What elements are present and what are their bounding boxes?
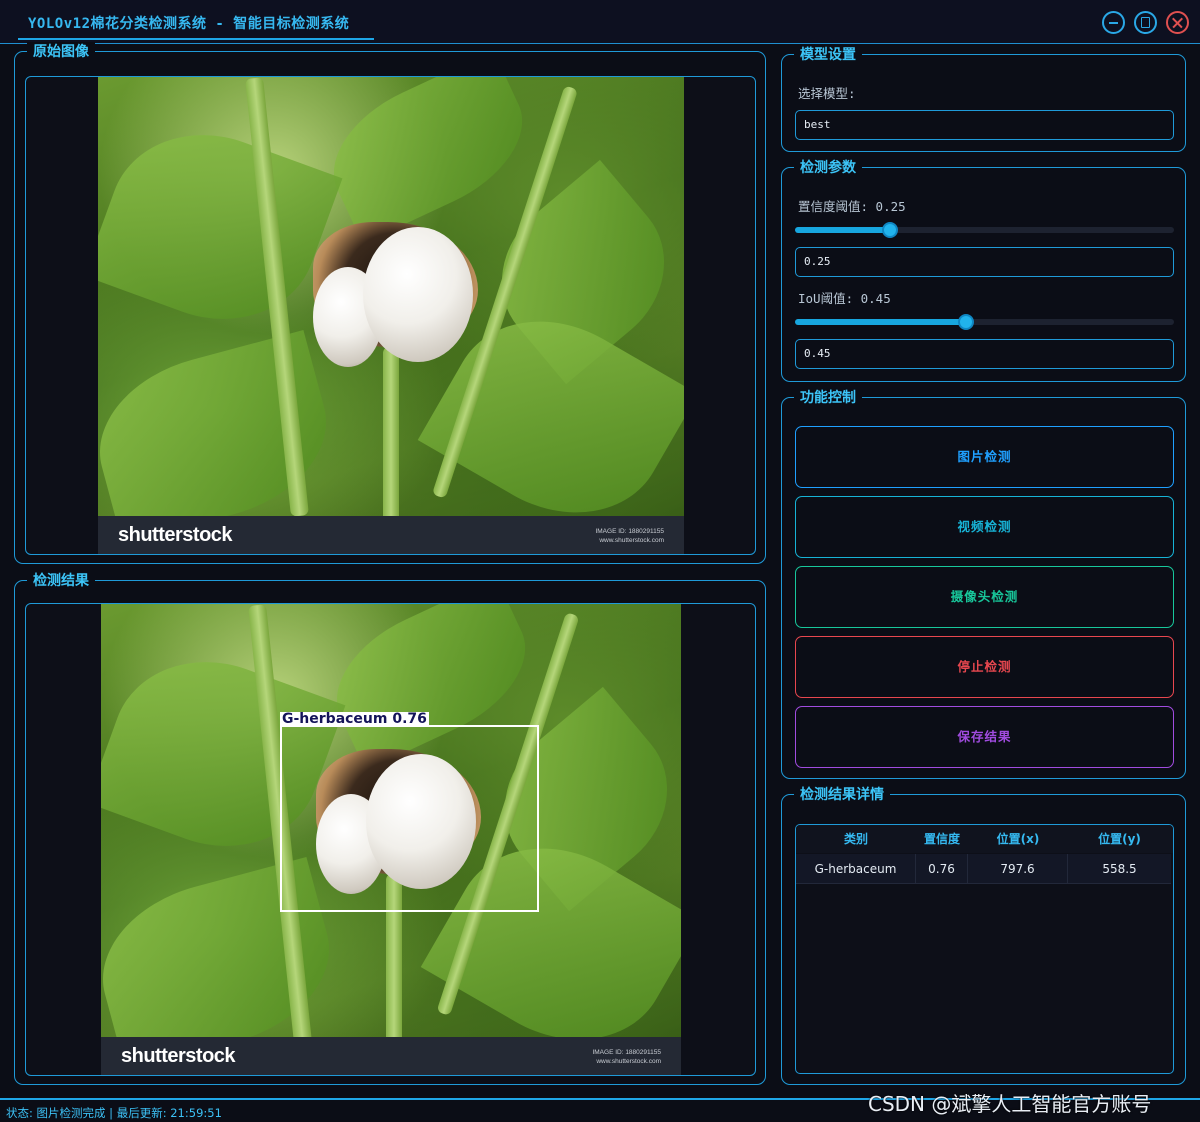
detection-params-title: 检测参数 (794, 158, 862, 178)
model-settings-title: 模型设置 (794, 45, 862, 65)
iou-threshold-label: IoU阈值: 0.45 (798, 291, 891, 306)
column-class[interactable]: 类别 (796, 825, 916, 853)
close-icon[interactable] (1166, 11, 1189, 34)
title-bar: YOLOv12棉花分类检测系统 - 智能目标检测系统 (0, 0, 1200, 44)
stop-detect-button[interactable]: 停止检测 (795, 636, 1174, 698)
column-x[interactable]: 位置(x) (968, 825, 1068, 853)
cell-class: G-herbaceum (796, 854, 916, 884)
original-photo: shutterstock IMAGE ID: 1880291155 www.sh… (98, 77, 684, 554)
detection-result-title: 检测结果 (27, 571, 95, 591)
confidence-input[interactable]: 0.25 (795, 247, 1174, 277)
original-watermark-bar: shutterstock IMAGE ID: 1880291155 www.sh… (98, 516, 684, 554)
title-underline (18, 38, 374, 40)
maximize-icon[interactable] (1134, 11, 1157, 34)
model-select[interactable]: best (795, 110, 1174, 140)
column-y[interactable]: 位置(y) (1068, 825, 1171, 853)
video-detect-button[interactable]: 视频检测 (795, 496, 1174, 558)
results-table[interactable]: 类别 置信度 位置(x) 位置(y) G-herbaceum 0.76 797.… (795, 824, 1174, 1074)
column-confidence[interactable]: 置信度 (916, 825, 968, 853)
iou-slider[interactable] (795, 314, 1174, 330)
iou-slider-fill (795, 319, 966, 325)
result-watermark-logo: shutterstock (121, 1045, 236, 1067)
cell-confidence: 0.76 (916, 854, 968, 884)
original-watermark-logo: shutterstock (118, 524, 233, 546)
save-result-button[interactable]: 保存结果 (795, 706, 1174, 768)
result-image-frame: G-herbaceum 0.76 shutterstock IMAGE ID: … (25, 603, 756, 1076)
result-photo: G-herbaceum 0.76 shutterstock IMAGE ID: … (101, 604, 681, 1075)
original-image-frame: shutterstock IMAGE ID: 1880291155 www.sh… (25, 76, 756, 555)
status-text: 状态: 图片检测完成 | 最后更新: 21:59:51 (6, 1106, 222, 1120)
model-select-label: 选择模型: (798, 86, 856, 101)
detection-params-panel: 检测参数 置信度阈值: 0.25 0.25 IoU阈值: 0.45 0.45 (781, 158, 1186, 382)
table-row[interactable]: G-herbaceum 0.76 797.6 558.5 (796, 854, 1171, 884)
result-watermark-bar: shutterstock IMAGE ID: 1880291155 www.sh… (101, 1037, 681, 1075)
confidence-slider-fill (795, 227, 890, 233)
cell-x: 797.6 (968, 854, 1068, 884)
function-control-panel: 功能控制 图片检测 视频检测 摄像头检测 停止检测 保存结果 (781, 388, 1186, 779)
results-detail-panel: 检测结果详情 类别 置信度 位置(x) 位置(y) G-herbaceum 0.… (781, 785, 1186, 1085)
confidence-slider[interactable] (795, 222, 1174, 238)
original-image-title: 原始图像 (27, 42, 95, 62)
image-detect-button[interactable]: 图片检测 (795, 426, 1174, 488)
confidence-slider-handle[interactable] (881, 222, 898, 238)
result-watermark-id: IMAGE ID: 1880291155 www.shutterstock.co… (592, 1049, 661, 1065)
detection-label: G-herbaceum 0.76 (280, 711, 429, 727)
results-table-header: 类别 置信度 位置(x) 位置(y) (796, 825, 1173, 853)
detection-result-panel: 检测结果 G-herbaceum 0.76 shutterstock IMAGE… (14, 571, 766, 1085)
model-settings-panel: 模型设置 选择模型: best (781, 45, 1186, 152)
original-watermark-id: IMAGE ID: 1880291155 www.shutterstock.co… (595, 528, 664, 544)
iou-slider-handle[interactable] (957, 314, 974, 330)
camera-detect-button[interactable]: 摄像头检测 (795, 566, 1174, 628)
confidence-threshold-label: 置信度阈值: 0.25 (798, 199, 906, 214)
function-control-title: 功能控制 (794, 388, 862, 408)
results-detail-title: 检测结果详情 (794, 785, 890, 805)
iou-input[interactable]: 0.45 (795, 339, 1174, 369)
cell-y: 558.5 (1102, 862, 1137, 876)
window-title: YOLOv12棉花分类检测系统 - 智能目标检测系统 (28, 16, 350, 32)
csdn-watermark: CSDN @斌擎人工智能官方账号 (868, 1092, 1152, 1116)
detection-bounding-box (280, 725, 539, 912)
original-image-panel: 原始图像 shutterstock IMAGE ID: 1880291155 w… (14, 42, 766, 564)
minimize-icon[interactable] (1102, 11, 1125, 34)
